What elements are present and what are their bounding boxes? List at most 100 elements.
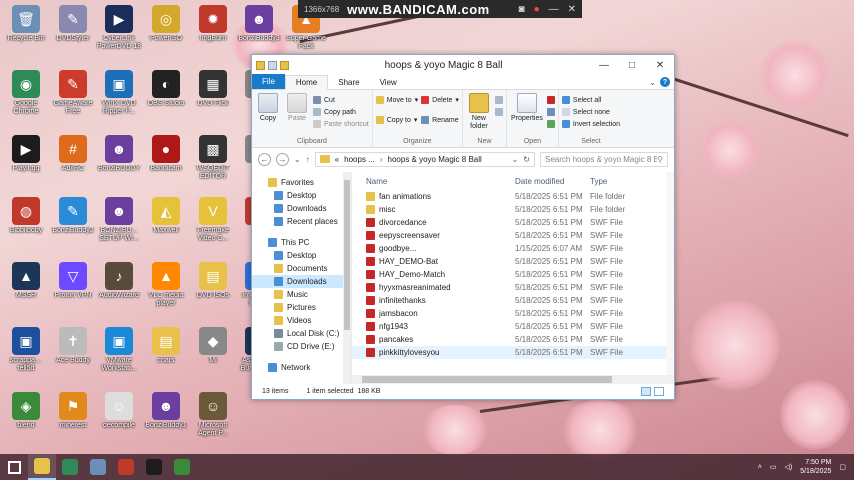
- desktop-shortcut[interactable]: V Freemake Video C...: [190, 197, 236, 243]
- nav-item[interactable]: Favorites: [252, 176, 351, 189]
- file-list-scrollbar[interactable]: [666, 172, 674, 375]
- breadcrumb-item[interactable]: hoops ...: [344, 155, 375, 164]
- paste-button[interactable]: Paste: [284, 93, 310, 136]
- tab-view[interactable]: View: [370, 76, 407, 89]
- tab-file[interactable]: File: [252, 74, 285, 89]
- copy-path-button[interactable]: Copy path: [313, 107, 369, 117]
- search-input[interactable]: Search hoops & yoyo Magic 8 Ball ⚲: [540, 151, 668, 167]
- desktop-shortcut[interactable]: ▶ CyberLink PowerDVD 18: [96, 5, 142, 51]
- desktop-shortcut[interactable]: # AdiIRC: [50, 135, 96, 173]
- select-none-button[interactable]: Select none: [561, 107, 620, 117]
- chevron-down-icon[interactable]: ⌄: [512, 155, 519, 164]
- chrome-icon[interactable]: [56, 454, 84, 480]
- column-header-name[interactable]: Name: [352, 177, 515, 186]
- close-button[interactable]: ✕: [646, 55, 674, 75]
- record-icon[interactable]: ●: [534, 4, 540, 15]
- horizontal-scrollbar[interactable]: [352, 375, 674, 384]
- file-row[interactable]: hyyxmasreanimated 5/18/2025 6:51 PM SWF Fi…: [352, 281, 674, 294]
- nav-item[interactable]: This PC: [252, 236, 351, 249]
- move-to-button[interactable]: Move to ▾: [375, 95, 418, 105]
- desktop-shortcut[interactable]: ✝ Ace Buddy: [50, 327, 96, 365]
- desktop-shortcut[interactable]: ✎ GameAware Free: [50, 70, 96, 116]
- desktop-shortcut[interactable]: ◭ Maxwell: [143, 197, 189, 235]
- nav-item[interactable]: Pictures: [252, 301, 351, 314]
- desktop-shortcut[interactable]: ▶ Playit.gg: [3, 135, 49, 173]
- nav-item[interactable]: Desktop: [252, 189, 351, 202]
- desktop-shortcut[interactable]: ▤ chars: [143, 327, 189, 365]
- minimize-icon[interactable]: —: [549, 4, 559, 15]
- desktop-shortcut[interactable]: ▽ Proton VPN: [50, 262, 96, 300]
- nav-item[interactable]: Desktop: [252, 249, 351, 262]
- nav-item[interactable]: Videos: [252, 314, 351, 327]
- volume-icon[interactable]: ◁): [785, 463, 793, 471]
- large-icons-view-icon[interactable]: [654, 387, 664, 396]
- file-row[interactable]: fan animations 5/18/2025 6:51 PM File fold…: [352, 190, 674, 203]
- file-row[interactable]: infinitethanks 5/18/2025 6:51 PM SWF File: [352, 294, 674, 307]
- breadcrumb-item[interactable]: hoops & yoyo Magic 8 Ball: [388, 155, 482, 164]
- nav-item[interactable]: Downloads: [252, 275, 351, 288]
- nav-item[interactable]: Music: [252, 288, 351, 301]
- column-header-date[interactable]: Date modified: [515, 177, 590, 186]
- maximize-button[interactable]: □: [618, 55, 646, 75]
- desktop-shortcut[interactable]: ✹ ImgBurn: [190, 5, 236, 43]
- nav-item[interactable]: Recent places: [252, 215, 351, 228]
- details-view-icon[interactable]: [641, 387, 651, 396]
- file-row[interactable]: nfg1943 5/18/2025 6:51 PM SWF File: [352, 320, 674, 333]
- desktop-shortcut[interactable]: ☻ BonziBUDDY: [96, 135, 142, 173]
- tray-chevron-icon[interactable]: ˄: [758, 464, 762, 471]
- notifications-icon[interactable]: ▢: [839, 463, 846, 471]
- navigation-scrollbar[interactable]: [343, 172, 351, 384]
- file-row[interactable]: HAY_Demo-Match 5/18/2025 6:51 PM SWF File: [352, 268, 674, 281]
- desktop-shortcut[interactable]: ▲ MSSH: [3, 262, 49, 300]
- desktop-shortcut[interactable]: ☺ decompile: [96, 392, 142, 430]
- desktop-shortcut[interactable]: ✎ DVDStyler: [50, 5, 96, 43]
- new-item-button[interactable]: [494, 95, 503, 105]
- desktop-shortcut[interactable]: ☻ BonziBuddy1: [143, 392, 189, 430]
- file-row[interactable]: divorcedance 5/18/2025 6:51 PM SWF File: [352, 216, 674, 229]
- desktop-shortcut[interactable]: ☺ Microsoft Agent P...: [190, 392, 236, 438]
- minecraft-icon[interactable]: [168, 454, 196, 480]
- nav-item[interactable]: Network: [252, 361, 351, 374]
- up-arrow-icon[interactable]: ↑: [306, 155, 310, 164]
- desktop-shortcut[interactable]: ▣ VMware Workstati...: [96, 327, 142, 373]
- desktop-shortcut[interactable]: ✎ BonziBuddy2: [50, 197, 96, 235]
- desktop-shortcut[interactable]: ⚑ minetest: [50, 392, 96, 430]
- breadcrumb-overflow[interactable]: «: [335, 155, 339, 164]
- file-row[interactable]: misc 5/18/2025 6:51 PM File folder: [352, 203, 674, 216]
- folder-icon[interactable]: [256, 60, 265, 70]
- desktop-shortcut[interactable]: ☻ BonziBuddy3: [236, 5, 282, 43]
- search-icon[interactable]: ⚲: [657, 155, 663, 164]
- help-icon[interactable]: ?: [660, 77, 670, 87]
- properties-button[interactable]: Properties: [510, 93, 544, 136]
- chevron-down-icon[interactable]: ⌄: [649, 78, 656, 87]
- nav-item[interactable]: Local Disk (C:): [252, 327, 351, 340]
- desktop-shortcut[interactable]: ☻ BONZIBU... SETUP WI...: [96, 197, 142, 243]
- back-arrow-icon[interactable]: ←: [258, 152, 271, 166]
- history-button[interactable]: [546, 119, 555, 129]
- file-row[interactable]: eepyscreensaver 5/18/2025 6:51 PM SWF File: [352, 229, 674, 242]
- desktop-shortcut[interactable]: ▩ WSQEDIT EDITOR: [190, 135, 236, 181]
- new-folder-quick-icon[interactable]: [280, 60, 289, 70]
- control-panel-icon[interactable]: [84, 454, 112, 480]
- refresh-icon[interactable]: ↻: [523, 155, 530, 164]
- desktop-shortcut[interactable]: ▣ WinX DVD Ripper P...: [96, 70, 142, 116]
- clock[interactable]: 7:50 PM 5/18/2025: [800, 458, 831, 476]
- file-row[interactable]: pancakes 5/18/2025 6:51 PM SWF File: [352, 333, 674, 346]
- desktop-shortcut[interactable]: ◈ blend: [3, 392, 49, 430]
- start-icon[interactable]: [0, 454, 28, 480]
- desktop-shortcut[interactable]: ◉ Google Chrome: [3, 70, 49, 116]
- camera-icon[interactable]: ◙: [519, 4, 525, 15]
- file-explorer-icon[interactable]: [28, 454, 56, 480]
- cut-button[interactable]: Cut: [313, 95, 369, 105]
- desktop-shortcut[interactable]: ◍ Bibbiiboby: [3, 197, 49, 235]
- file-row[interactable]: pinkkittylovesyou 5/18/2025 6:51 PM SWF Fi…: [352, 346, 674, 359]
- address-bar[interactable]: « hoops ... › hoops & yoyo Magic 8 Ball …: [314, 151, 535, 167]
- properties-quick-icon[interactable]: [268, 60, 277, 70]
- nav-item[interactable]: Documents: [252, 262, 351, 275]
- minimize-button[interactable]: —: [590, 55, 618, 75]
- speaker-app-icon[interactable]: [112, 454, 140, 480]
- close-icon[interactable]: ✕: [568, 4, 576, 15]
- copy-to-button[interactable]: Copy to ▾: [375, 115, 418, 125]
- copy-button[interactable]: Copy: [255, 93, 281, 136]
- title-bar[interactable]: hoops & yoyo Magic 8 Ball — □ ✕: [252, 55, 674, 75]
